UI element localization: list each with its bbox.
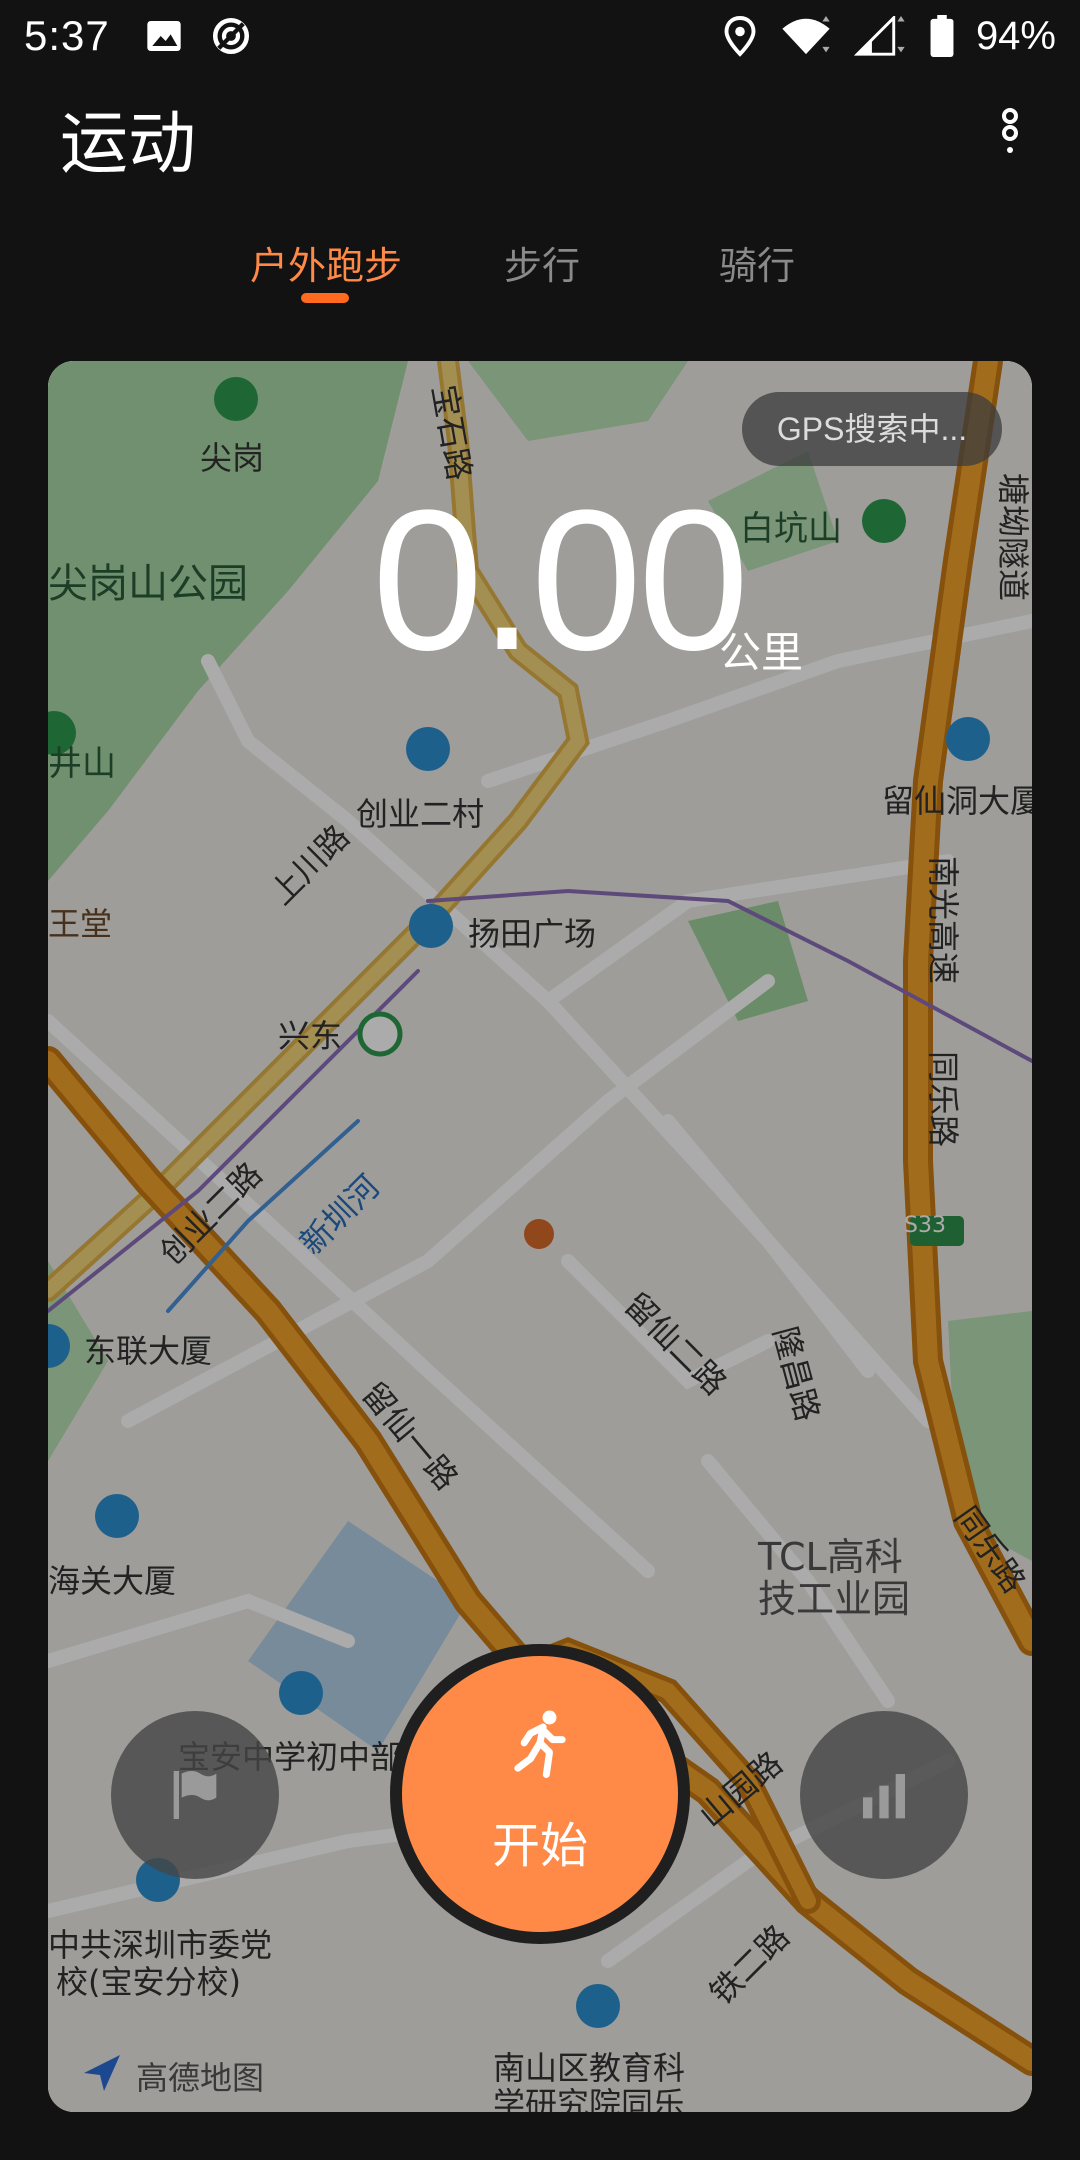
gps-status-badge: GPS搜索中... — [742, 392, 1002, 466]
map-label: 创业二村 — [356, 795, 485, 833]
map-label: 技工业园 — [758, 1577, 911, 1621]
distance-unit: 公里 — [719, 628, 804, 677]
map-label: 塘坳隧道 — [994, 473, 1032, 602]
map-label: 同乐路 — [924, 1051, 962, 1148]
map-label: 学研究院同乐 — [493, 2085, 686, 2112]
goal-flag-button[interactable] — [111, 1711, 279, 1879]
map-label: 南光高速 — [924, 856, 962, 985]
runner-icon — [514, 1710, 566, 1778]
page-title: 运动 — [60, 105, 197, 184]
start-label: 开始 — [491, 1818, 588, 1874]
map-label: 井山 — [48, 744, 116, 784]
flag-icon — [173, 1771, 217, 1819]
map-label: 扬田广场 — [468, 915, 597, 953]
map-label: S33 — [904, 1213, 946, 1238]
app-bar: 运动 — [0, 72, 1080, 192]
bar-chart-icon — [863, 1774, 905, 1819]
tab-cycle[interactable]: 骑行 — [719, 235, 795, 290]
status-bar: 5:37 94% — [0, 0, 1080, 72]
map-label: 白坑山 — [740, 509, 842, 549]
tab-outdoor-run[interactable]: 户外跑步 — [250, 235, 402, 290]
map-label: 兴东 — [278, 1017, 343, 1055]
map-view[interactable]: 尖岗 尖岗山公园 宝石路 白坑山 塘坳隧道 创业二村 上川路 留仙洞大厦 扬田广… — [48, 361, 1032, 2112]
location-icon — [724, 16, 756, 57]
data-saver-icon — [212, 17, 249, 55]
sport-tabs: 户外跑步 步行 骑行 — [0, 225, 1080, 305]
map-brand-label: 高德地图 — [136, 2059, 265, 2097]
map-label: 留仙洞大厦 — [882, 782, 1032, 820]
battery-icon — [930, 15, 954, 57]
navigation-arrow-icon — [84, 2055, 120, 2091]
map-label: 尖岗山公园 — [48, 561, 248, 607]
map-label: 校(宝安分校) — [56, 1963, 241, 2001]
battery-percent: 94% — [975, 13, 1056, 58]
start-button[interactable]: 开始 — [402, 1656, 678, 1932]
map-label: 王堂 — [48, 905, 113, 943]
tab-walk[interactable]: 步行 — [504, 235, 580, 290]
map-label: 海关大厦 — [48, 1562, 177, 1600]
more-options-button[interactable] — [980, 102, 1040, 162]
image-icon — [147, 21, 181, 51]
more-vert-icon — [1002, 108, 1018, 153]
map-label: 东联大厦 — [84, 1332, 213, 1370]
wifi-icon — [782, 16, 830, 55]
map-label: 尖岗 — [200, 439, 265, 477]
stats-button[interactable] — [800, 1711, 968, 1879]
tab-indicator — [301, 293, 349, 303]
distance-value: 0.00 — [372, 469, 749, 692]
status-time: 5:37 — [24, 12, 110, 59]
signal-icon — [853, 16, 905, 56]
